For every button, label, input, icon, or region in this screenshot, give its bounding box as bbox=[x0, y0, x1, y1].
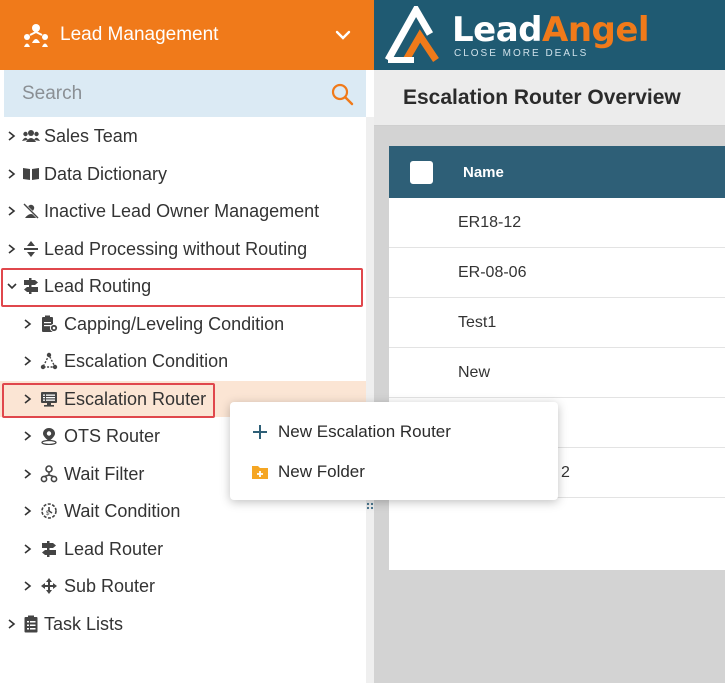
sidebar-item-label: Sub Router bbox=[64, 575, 156, 596]
highlight-frame-escalation-router bbox=[2, 383, 215, 418]
stopwatch-icon: $ bbox=[41, 503, 57, 519]
sidebar-item-label: Inactive Lead Owner Management bbox=[44, 200, 320, 221]
new-folder-menu-item[interactable]: New Folder bbox=[230, 452, 558, 492]
brand-text: LeadAngel CLOSE MORE DEALS bbox=[452, 9, 650, 59]
sidebar-item-label: Task Lists bbox=[44, 613, 124, 634]
chevron-right-icon[interactable] bbox=[6, 130, 18, 142]
clipboard-list-icon bbox=[24, 615, 38, 633]
arrows-vertical-icon bbox=[24, 241, 38, 257]
chevron-right-icon[interactable] bbox=[6, 205, 18, 217]
sidebar-item-escalation-condition[interactable]: Escalation Condition bbox=[22, 343, 228, 379]
content-header: Escalation Router Overview bbox=[374, 70, 725, 126]
sidebar-item-inactive-lead-owner[interactable]: Inactive Lead Owner Management bbox=[6, 193, 319, 229]
location-pin-icon bbox=[41, 428, 57, 445]
sidebar-item-capping-leveling[interactable]: Capping/Leveling Condition bbox=[22, 306, 284, 342]
table-row[interactable]: New bbox=[389, 348, 725, 398]
chevron-right-icon[interactable] bbox=[22, 468, 34, 480]
chevron-right-icon[interactable] bbox=[22, 430, 34, 442]
resize-handle-icon[interactable] bbox=[366, 501, 374, 513]
table-header: Name bbox=[389, 146, 725, 198]
menu-item-label: New Folder bbox=[278, 462, 365, 481]
signpost-icon bbox=[42, 541, 56, 557]
menu-item-label: New Escalation Router bbox=[278, 422, 451, 441]
sidebar-item-label: OTS Router bbox=[64, 425, 161, 446]
user-slash-icon bbox=[23, 203, 39, 219]
brand-name-part-1: Lead bbox=[452, 9, 543, 50]
chevron-right-icon[interactable] bbox=[22, 543, 34, 555]
brand-tagline: CLOSE MORE DEALS bbox=[454, 47, 589, 59]
sidebar-item-data-dictionary[interactable]: Data Dictionary bbox=[6, 156, 167, 192]
search-icon[interactable] bbox=[330, 82, 354, 106]
chevron-right-icon[interactable] bbox=[22, 505, 34, 517]
app-menu-header[interactable]: Lead Management bbox=[0, 0, 374, 70]
sidebar-item-label: Wait Filter bbox=[64, 463, 145, 484]
sidebar-item-label: Capping/Leveling Condition bbox=[64, 313, 285, 334]
sidebar-item-label: Lead Router bbox=[64, 538, 164, 559]
chevron-right-icon[interactable] bbox=[22, 580, 34, 592]
search-bar bbox=[4, 70, 366, 117]
sidebar-item-sales-team[interactable]: Sales Team bbox=[6, 118, 138, 154]
sidebar-item-label: Lead Processing without Routing bbox=[44, 238, 308, 259]
sidebar-item-label: Sales Team bbox=[44, 125, 138, 146]
sidebar-item-wait-condition[interactable]: $ Wait Condition bbox=[22, 493, 180, 529]
table-cell-name: ER-08-06 bbox=[458, 263, 527, 281]
users-icon bbox=[22, 130, 40, 142]
brand-header: LeadAngel CLOSE MORE DEALS bbox=[374, 0, 725, 70]
triangle-nodes-icon bbox=[40, 352, 58, 370]
context-menu: New Escalation Router New Folder bbox=[230, 402, 558, 500]
new-escalation-router-menu-item[interactable]: New Escalation Router bbox=[230, 412, 558, 452]
table-cell-name: Test1 bbox=[458, 313, 497, 331]
leadangel-logo-icon bbox=[384, 6, 439, 63]
sidebar-scrollbar[interactable] bbox=[366, 117, 374, 683]
sidebar-item-lead-router[interactable]: Lead Router bbox=[22, 531, 163, 567]
highlight-frame-lead-routing bbox=[1, 268, 363, 307]
chevron-down-icon[interactable] bbox=[334, 26, 352, 44]
chevron-right-icon[interactable] bbox=[22, 355, 34, 367]
sidebar-item-lead-processing[interactable]: Lead Processing without Routing bbox=[6, 231, 307, 267]
sidebar-item-label: Wait Condition bbox=[64, 500, 181, 521]
sidebar-item-wait-filter[interactable]: Wait Filter bbox=[22, 456, 144, 492]
sidebar-item-ots-router[interactable]: OTS Router bbox=[22, 418, 160, 454]
table-row[interactable]: ER18-12 bbox=[389, 198, 725, 248]
table-cell-name: New bbox=[458, 363, 491, 381]
folder-plus-icon bbox=[252, 466, 268, 479]
chevron-right-icon[interactable] bbox=[6, 243, 18, 255]
sidebar-item-label: Escalation Condition bbox=[64, 350, 229, 371]
table-cell-name: 2 bbox=[561, 463, 570, 481]
sidebar-item-task-lists[interactable]: Task Lists bbox=[6, 606, 123, 642]
router-table: Name ER18-12 ER-08-06 Test1 New 2 bbox=[389, 146, 725, 570]
hourglass-icon bbox=[40, 465, 58, 483]
table-row[interactable]: Test1 bbox=[389, 298, 725, 348]
sidebar-item-label: Data Dictionary bbox=[44, 163, 168, 184]
main-content: Escalation Router Overview Name ER18-12 … bbox=[374, 70, 725, 683]
column-header-name[interactable]: Name bbox=[463, 164, 504, 181]
chevron-right-icon[interactable] bbox=[22, 318, 34, 330]
table-row[interactable]: ER-08-06 bbox=[389, 248, 725, 298]
search-input[interactable] bbox=[22, 82, 330, 105]
app-title: Lead Management bbox=[60, 24, 219, 45]
clipboard-gear-icon bbox=[42, 315, 58, 333]
chevron-right-icon[interactable] bbox=[6, 618, 18, 630]
book-icon bbox=[23, 168, 39, 180]
arrows-cross-icon bbox=[41, 578, 57, 594]
select-all-checkbox[interactable] bbox=[410, 160, 433, 184]
plus-icon bbox=[253, 425, 267, 439]
table-cell-name: ER18-12 bbox=[458, 213, 522, 231]
sidebar-item-sub-router[interactable]: Sub Router bbox=[22, 568, 155, 604]
page-title: Escalation Router Overview bbox=[403, 85, 681, 109]
chevron-right-icon[interactable] bbox=[6, 168, 18, 180]
team-network-icon bbox=[24, 24, 48, 47]
brand-name-part-2: Angel bbox=[542, 9, 650, 50]
